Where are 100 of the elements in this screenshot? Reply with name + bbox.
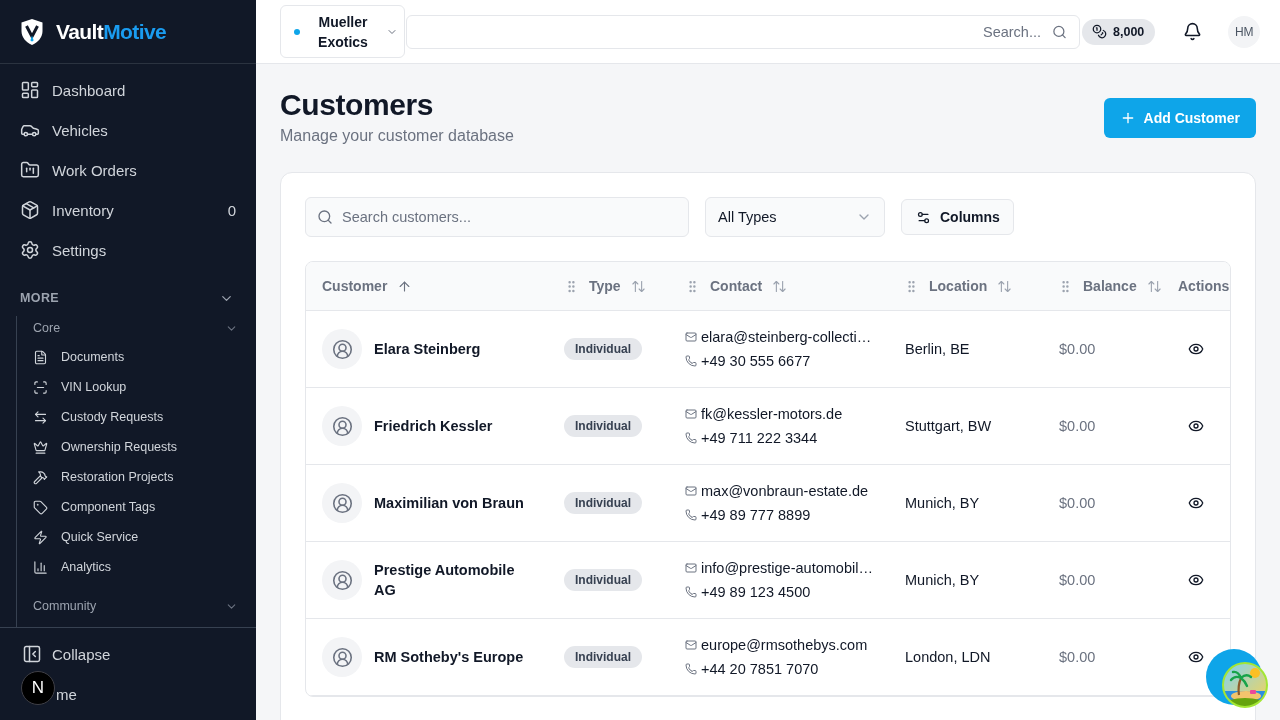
customer-name: Prestige Automobile AG — [374, 561, 516, 600]
shield-logo-icon — [20, 17, 44, 46]
search-field[interactable]: Search... — [406, 14, 1080, 49]
section-toggle[interactable]: MORE — [20, 286, 234, 310]
email-address: info@prestige-automobil… — [701, 559, 873, 578]
user-avatar-icon — [322, 637, 362, 677]
eye-icon — [1188, 418, 1204, 434]
nav-item[interactable]: Collapse — [12, 634, 121, 674]
nav-item[interactable]: Work Orders — [12, 150, 244, 190]
balance-amount: $0.00 — [1059, 418, 1096, 434]
email-address: fk@kessler-motors.de — [701, 405, 843, 424]
customer-name: Elara Steinberg — [374, 340, 481, 359]
location-text: Stuttgart, BW — [905, 418, 992, 434]
phone-number: +49 30 555 6677 — [701, 352, 811, 371]
user-avatar[interactable]: HM — [1228, 15, 1261, 48]
document-icon — [33, 349, 48, 365]
box-icon — [20, 200, 40, 220]
phone-number: +49 89 123 4500 — [701, 583, 811, 602]
scan-icon — [33, 379, 48, 395]
sliders-icon — [916, 209, 931, 225]
location-text: Munich, BY — [905, 495, 980, 511]
dev-tools-button[interactable]: N — [21, 671, 55, 705]
user-avatar-icon — [322, 483, 362, 523]
eye-icon — [1188, 341, 1204, 357]
dashboard-icon — [20, 80, 40, 100]
customer-type-tag: Individual — [564, 492, 642, 514]
nav-item[interactable]: Analytics — [33, 552, 238, 582]
nav-item[interactable]: Dashboard — [12, 70, 244, 110]
tag-icon — [33, 499, 48, 515]
balance-amount: $0.00 — [1059, 341, 1096, 357]
settings-icon — [20, 240, 40, 260]
bar-chart-icon — [33, 559, 48, 575]
nav-item[interactable]: Settings — [12, 230, 244, 270]
customer-type-tag: Individual — [564, 415, 642, 437]
group-toggle[interactable]: Core — [33, 316, 238, 340]
nav-item[interactable]: me — [56, 674, 87, 714]
hammer-icon — [33, 469, 48, 485]
nav-item[interactable]: VIN Lookup — [33, 372, 238, 402]
page-subtitle: Manage your customer database — [280, 126, 514, 146]
nav-item[interactable]: Component Tags — [33, 492, 238, 522]
column-header[interactable]: Actions — [1164, 262, 1230, 310]
eye-icon — [1188, 649, 1204, 665]
phone-icon — [685, 509, 697, 521]
type-select[interactable]: All Types — [705, 197, 885, 237]
phone-icon — [685, 432, 697, 444]
nav-item[interactable]: Documents — [33, 342, 238, 372]
email-address: elara@steinberg-collecti… — [701, 328, 872, 347]
nav-item[interactable]: Inventory 0 — [12, 190, 244, 230]
customer-name: Maximilian von Braun — [374, 494, 524, 513]
user-avatar-icon — [322, 560, 362, 600]
customer-type-tag: Individual — [564, 646, 642, 668]
arrows-icon — [33, 409, 48, 425]
user-avatar-icon — [322, 329, 362, 369]
mail-icon — [685, 485, 697, 497]
panel-collapse-icon — [22, 644, 42, 664]
nav-item[interactable]: Quick Service — [33, 522, 238, 552]
column-header[interactable]: Contact — [677, 262, 896, 310]
phone-number: +49 89 777 8899 — [701, 506, 811, 525]
nav-item[interactable]: Custody Requests — [33, 402, 238, 432]
credits-button[interactable]: 8,000 — [1082, 18, 1156, 45]
balance-amount: $0.00 — [1059, 572, 1096, 588]
email-address: europe@rmsothebys.com — [701, 636, 868, 655]
search-icon — [1052, 24, 1067, 39]
brand-name: VaultMotive — [56, 19, 167, 44]
email-address: max@vonbraun-estate.de — [701, 482, 869, 501]
nav-item[interactable]: Restoration Projects — [33, 462, 238, 492]
location-text: London, LDN — [905, 649, 991, 665]
customer-type-tag: Individual — [564, 338, 642, 360]
nav-item[interactable]: Vehicles — [12, 110, 244, 150]
customer-search-field[interactable]: Search customers... — [305, 197, 689, 237]
search-icon — [317, 209, 333, 225]
workspace-selector[interactable]: Mueller Exotics — [280, 5, 405, 58]
view-button[interactable] — [1188, 341, 1204, 357]
mail-icon — [685, 639, 697, 651]
nav-item[interactable]: Ownership Requests — [33, 432, 238, 462]
customer-type-tag: Individual — [564, 569, 642, 591]
folder-icon — [20, 160, 40, 180]
phone-number: +49 711 222 3344 — [701, 429, 818, 448]
view-button[interactable] — [1188, 572, 1204, 588]
user-avatar-icon — [322, 406, 362, 446]
view-button[interactable] — [1188, 418, 1204, 434]
phone-number: +44 20 7851 7070 — [701, 660, 819, 679]
mail-icon — [685, 408, 697, 420]
column-header[interactable]: Customer — [306, 262, 556, 310]
phone-icon — [685, 586, 697, 598]
view-button[interactable] — [1188, 649, 1204, 665]
item-count: 0 — [227, 201, 236, 219]
eye-icon — [1188, 572, 1204, 588]
view-button[interactable] — [1188, 495, 1204, 511]
columns-button[interactable]: Columns — [901, 199, 1014, 235]
column-header[interactable]: Type — [556, 262, 677, 310]
customer-name: RM Sotheby's Europe — [374, 648, 524, 667]
coins-icon — [1092, 24, 1107, 39]
location-text: Munich, BY — [905, 572, 980, 588]
crown-icon — [33, 439, 48, 455]
eye-icon — [1188, 495, 1204, 511]
column-header[interactable]: Balance — [1050, 262, 1164, 310]
group-toggle[interactable]: Community — [33, 594, 238, 618]
column-header[interactable]: Location — [896, 262, 1050, 310]
customer-name: Friedrich Kessler — [374, 417, 493, 436]
